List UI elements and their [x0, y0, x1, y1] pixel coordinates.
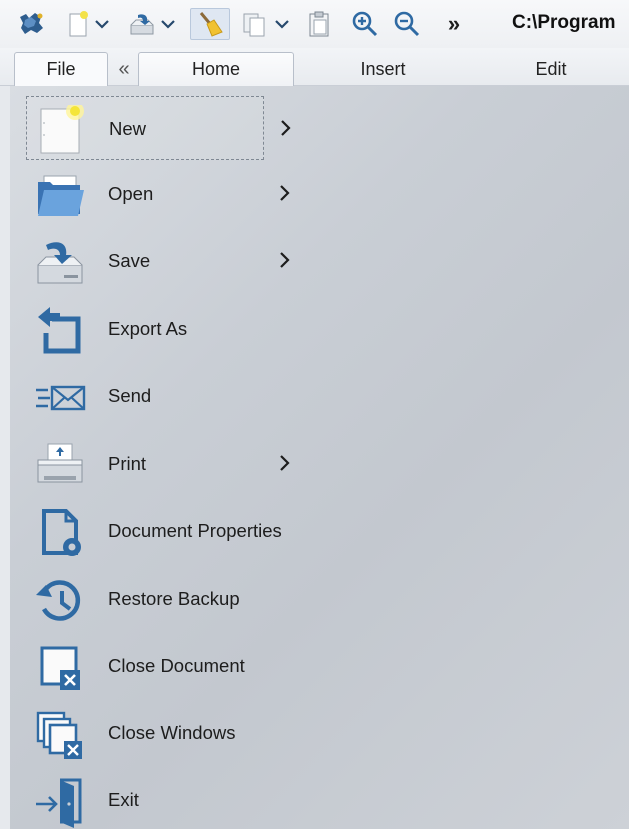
save-tray-icon[interactable]	[126, 8, 158, 40]
ribbon-tab-bar: File « Home Insert Edit	[0, 48, 629, 86]
export-arrow-icon	[34, 305, 86, 357]
window-path-title: C:\Program	[512, 12, 616, 33]
menu-item-new[interactable]: New	[26, 96, 291, 160]
menu-item-label: Close Document	[108, 655, 245, 676]
menu-item-restore-backup[interactable]: Restore Backup	[26, 567, 264, 631]
menu-item-label: Export As	[108, 318, 188, 339]
file-menu: New Open Save Export As Send Print Docum…	[0, 86, 629, 829]
menu-item-label: New	[109, 118, 147, 139]
chevron-right-icon	[278, 249, 292, 271]
document-settings-icon	[34, 507, 86, 559]
zoom-in-icon[interactable]	[350, 8, 380, 40]
chevron-right-icon	[279, 117, 293, 139]
new-document-icon[interactable]	[66, 8, 92, 40]
paste-clipboard-icon[interactable]	[304, 8, 334, 40]
chevron-down-icon[interactable]	[274, 14, 290, 34]
chevron-down-icon[interactable]	[94, 14, 110, 34]
tab-edit[interactable]: Edit	[486, 52, 616, 86]
menu-item-open[interactable]: Open	[26, 162, 290, 226]
open-folder-icon	[34, 170, 86, 222]
menu-item-label: Document Properties	[108, 520, 282, 541]
quick-access-toolbar: » C:\Program	[0, 0, 629, 48]
zoom-out-icon[interactable]	[392, 8, 422, 40]
menu-item-print[interactable]: Print	[26, 432, 290, 496]
tab-home[interactable]: Home	[138, 52, 294, 86]
restore-history-icon	[34, 575, 86, 627]
chevron-right-icon	[278, 182, 292, 204]
menu-item-close-document[interactable]: Close Document	[26, 634, 264, 698]
menu-item-label: Save	[108, 250, 151, 271]
app-logo-icon[interactable]	[14, 8, 48, 40]
save-drive-icon	[34, 237, 86, 289]
menu-item-send[interactable]: Send	[26, 364, 264, 428]
close-windows-icon	[34, 709, 86, 761]
tab-insert[interactable]: Insert	[318, 52, 448, 86]
menu-item-close-windows[interactable]: Close Windows	[26, 701, 264, 765]
menu-item-document-properties[interactable]: Document Properties	[26, 499, 326, 563]
clean-broom-icon[interactable]	[190, 8, 230, 40]
exit-door-icon	[34, 776, 86, 828]
printer-icon	[34, 440, 86, 492]
menu-item-exit[interactable]: Exit	[26, 768, 264, 829]
menu-item-label: Print	[108, 453, 147, 474]
menu-item-label: Close Windows	[108, 722, 236, 743]
new-document-icon	[35, 102, 87, 157]
menu-item-label: Restore Backup	[108, 588, 240, 609]
menu-item-label: Open	[108, 183, 154, 204]
collapse-ribbon-button[interactable]: «	[112, 52, 136, 86]
tab-file[interactable]: File	[14, 52, 108, 86]
more-commands-button[interactable]: »	[440, 8, 468, 40]
copy-pages-icon[interactable]	[238, 8, 272, 40]
close-document-icon	[34, 642, 86, 694]
menu-item-save[interactable]: Save	[26, 229, 290, 293]
chevron-down-icon[interactable]	[160, 14, 176, 34]
menu-item-label: Send	[108, 385, 152, 406]
menu-item-label: Exit	[108, 789, 139, 810]
menu-item-export-as[interactable]: Export As	[26, 297, 264, 361]
chevron-right-icon	[278, 452, 292, 474]
send-mail-icon	[34, 372, 86, 424]
